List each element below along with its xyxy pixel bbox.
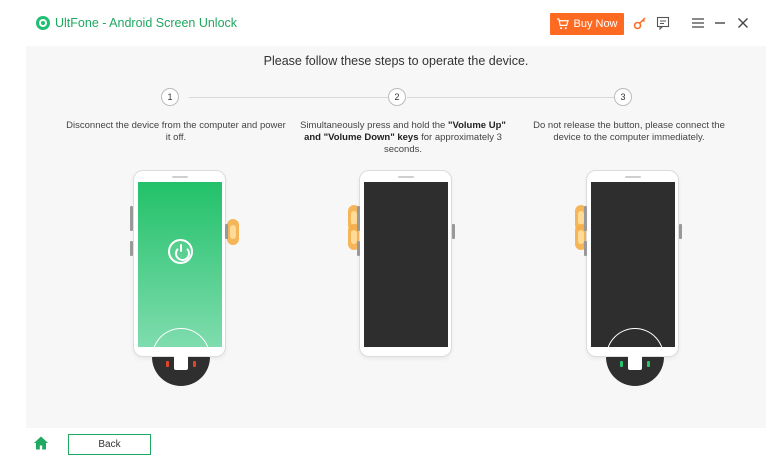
step-number-2: 2 [388, 88, 406, 106]
back-button-label: Back [98, 439, 121, 450]
phone-screen-off [591, 182, 675, 347]
key-icon[interactable] [632, 15, 648, 31]
step-number-1: 1 [161, 88, 179, 106]
phone-illustration-2 [359, 170, 452, 357]
back-button[interactable]: Back [68, 434, 151, 455]
feedback-icon[interactable] [655, 15, 671, 31]
page-title: Please follow these steps to operate the… [263, 54, 529, 68]
ultfone-logo-icon [36, 16, 50, 30]
minimize-icon[interactable] [712, 15, 728, 31]
usb-cable-connected-icon [606, 328, 664, 386]
close-icon[interactable] [735, 15, 751, 31]
power-button-press-indicator [227, 219, 239, 245]
title-bar: UltFone - Android Screen Unlock Buy Now [0, 0, 782, 46]
step-connector [407, 97, 614, 98]
step-2-description: Simultaneously press and hold the "Volum… [300, 120, 506, 155]
cart-icon [557, 18, 570, 30]
phone-screen-off [364, 182, 448, 347]
power-icon [168, 239, 193, 264]
menu-icon[interactable] [690, 15, 706, 31]
step-1-description: Disconnect the device from the computer … [66, 120, 286, 143]
step-connector [189, 97, 388, 98]
step-3-description: Do not release the button, please connec… [533, 120, 725, 143]
buy-now-label: Buy Now [573, 18, 618, 30]
usb-cable-disconnected-icon [152, 328, 210, 386]
instruction-panel: Please follow these steps to operate the… [26, 46, 766, 428]
app-title: UltFone - Android Screen Unlock [55, 16, 238, 30]
phone-screen-on [138, 182, 222, 347]
buy-now-button[interactable]: Buy Now [550, 13, 624, 35]
step-number-3: 3 [614, 88, 632, 106]
home-icon[interactable] [33, 435, 49, 451]
